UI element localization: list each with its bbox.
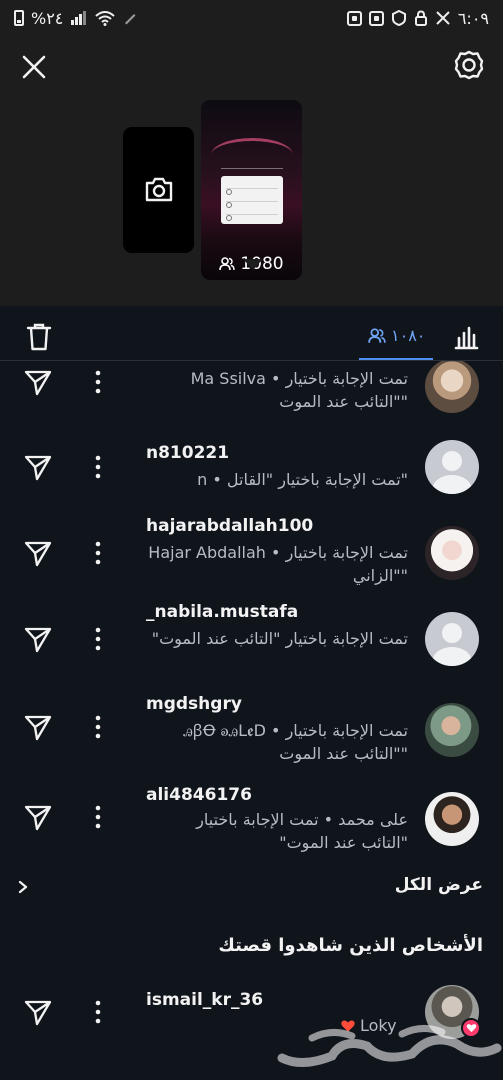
- tab-viewers-count: ١٠٨٠: [391, 326, 426, 345]
- viewer-description: على محمد • تمت الإجابة باختيار "التائب ع…: [196, 810, 408, 852]
- watermark-logo: [277, 1025, 502, 1067]
- viewers-list: Ma Ssilva • تمت الإجابة باختيار "التائب …: [0, 361, 503, 861]
- status-bar: %٢٤ ٦:٠٩: [0, 0, 503, 36]
- list-item[interactable]: hajarabdallah100 Hajar Abdallah • تمت ال…: [0, 516, 503, 608]
- more-icon[interactable]: [90, 369, 106, 395]
- send-icon[interactable]: [23, 802, 53, 832]
- pen-icon: [125, 14, 136, 25]
- send-icon[interactable]: [23, 367, 53, 397]
- viewer-username[interactable]: n810221: [146, 443, 229, 463]
- poll-option: [226, 193, 278, 202]
- viewer-username[interactable]: ismail_kr_36: [146, 990, 263, 1010]
- avatar[interactable]: [425, 612, 479, 666]
- close-icon[interactable]: [18, 51, 50, 83]
- see-all-link[interactable]: عرض الكل: [0, 873, 503, 903]
- selected-story-pointer: [243, 259, 263, 270]
- viewer-description: Hajar Abdallah • تمت الإجابة باختيار "ال…: [148, 543, 408, 585]
- more-icon[interactable]: [90, 804, 106, 830]
- camera-icon: [145, 177, 172, 202]
- more-icon[interactable]: [90, 626, 106, 652]
- list-item[interactable]: n810221 n • تمت الإجابة باختيار "القاتل": [0, 436, 503, 522]
- insights-tab-row: ١٠٨٠: [0, 318, 503, 360]
- poll-option: [226, 180, 278, 189]
- more-icon[interactable]: [90, 714, 106, 740]
- story-thumbnail[interactable]: 1080: [201, 100, 302, 280]
- send-icon[interactable]: [23, 712, 53, 742]
- gallery-icon: [346, 10, 362, 26]
- viewer-description: Ma Ssilva • تمت الإجابة باختيار "التائب …: [190, 369, 408, 411]
- more-icon[interactable]: [90, 999, 106, 1025]
- more-icon[interactable]: [90, 454, 106, 480]
- send-icon[interactable]: [23, 624, 53, 654]
- status-right: ٦:٠٩: [346, 8, 489, 28]
- avatar[interactable]: [425, 440, 479, 494]
- poll-sticker: [221, 176, 283, 224]
- list-item[interactable]: Ma Ssilva • تمت الإجابة باختيار "التائب …: [0, 361, 503, 421]
- more-icon[interactable]: [90, 540, 106, 566]
- avatar[interactable]: [425, 792, 479, 846]
- section-title: الأشخاص الذين شاهدوا قصتك: [218, 935, 483, 956]
- list-item[interactable]: _nabila.mustafa تمت الإجابة باختيار "الت…: [0, 602, 503, 694]
- viewers-icon: [368, 327, 386, 343]
- poll-question-line: [221, 168, 283, 173]
- stats-icon[interactable]: [453, 324, 479, 350]
- send-icon[interactable]: [23, 538, 53, 568]
- list-item[interactable]: mgdshgry ꭿꞵꝊ ꭷꭿLꬲD • تمت الإجابة باختيار…: [0, 694, 503, 780]
- send-icon[interactable]: [23, 997, 53, 1027]
- see-all-label: عرض الكل: [394, 875, 483, 895]
- wifi-icon: [95, 10, 116, 26]
- clock: ٦:٠٩: [457, 8, 489, 28]
- viewer-description: تمت الإجابة باختيار "التائب عند الموت": [151, 629, 408, 648]
- add-story-camera-card[interactable]: [123, 127, 194, 253]
- viewer-username[interactable]: mgdshgry: [146, 694, 242, 714]
- media-icon: [368, 10, 384, 26]
- avatar[interactable]: [425, 361, 479, 413]
- viewer-description: n • تمت الإجابة باختيار "القاتل": [197, 470, 408, 489]
- viewer-description: ꭿꞵꝊ ꭷꭿLꬲD • تمت الإجابة باختيار "التائب …: [182, 721, 408, 763]
- battery-level: %٢٤: [31, 8, 64, 28]
- story-background-art: [211, 138, 293, 172]
- viewer-username[interactable]: _nabila.mustafa: [146, 602, 298, 622]
- trash-icon[interactable]: [26, 322, 52, 352]
- viewer-username[interactable]: ali4846176: [146, 785, 252, 805]
- avatar[interactable]: [425, 526, 479, 580]
- list-item[interactable]: ali4846176 على محمد • تمت الإجابة باختيا…: [0, 784, 503, 861]
- lock-icon: [414, 10, 427, 26]
- viewer-username[interactable]: hajarabdallah100: [146, 516, 313, 536]
- settings-icon[interactable]: [453, 49, 485, 81]
- viewers-icon: [219, 257, 236, 271]
- avatar[interactable]: [425, 703, 479, 757]
- tab-viewers[interactable]: ١٠٨٠: [368, 326, 425, 345]
- status-left: %٢٤: [14, 9, 138, 28]
- poll-option: [226, 206, 278, 215]
- battery-icon: [14, 10, 24, 26]
- shield-icon: [391, 10, 406, 26]
- send-icon[interactable]: [23, 452, 53, 482]
- chevron-right-icon: [18, 880, 28, 894]
- mute-icon: [436, 11, 450, 25]
- signal-icon: [71, 11, 87, 25]
